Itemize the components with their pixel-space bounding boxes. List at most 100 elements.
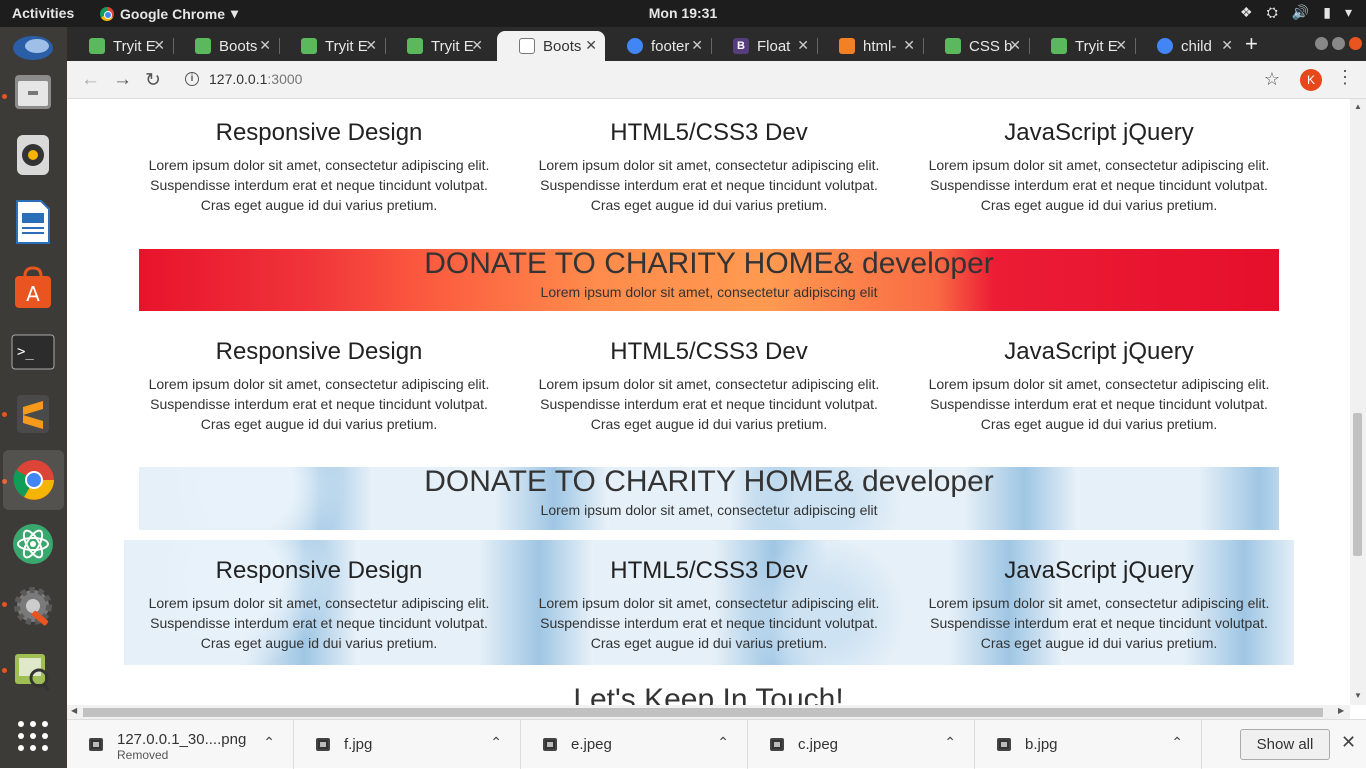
close-tab-icon[interactable]: ✕ xyxy=(471,37,483,54)
tab-child[interactable]: child ✕ xyxy=(1135,31,1241,61)
tab-tryit-1[interactable]: Tryit E ✕ xyxy=(67,31,174,61)
close-tab-icon[interactable]: ✕ xyxy=(259,37,271,54)
scroll-left-icon[interactable]: ◀ xyxy=(71,706,77,715)
close-window-icon[interactable] xyxy=(1349,37,1362,50)
page-icon xyxy=(519,38,535,54)
clock[interactable]: Mon 19:31 xyxy=(649,5,717,21)
sublime-text-icon[interactable] xyxy=(8,389,58,439)
chevron-up-icon[interactable]: ⌃ xyxy=(490,734,502,751)
chevron-up-icon[interactable]: ⌃ xyxy=(263,734,275,751)
service-text: Suspendisse interdum erat et neque tinci… xyxy=(540,396,878,412)
close-tab-icon[interactable]: ✕ xyxy=(1115,37,1127,54)
service-text: Suspendisse interdum erat et neque tinci… xyxy=(150,177,488,193)
svg-text:>_: >_ xyxy=(17,344,34,360)
address-bar[interactable]: i 127.0.0.1:3000 xyxy=(185,71,302,87)
service-text: Cras eget augue id dui varius pretium. xyxy=(590,197,828,213)
service-text: Cras eget augue id dui varius pretium. xyxy=(980,416,1218,432)
close-tab-icon[interactable]: ✕ xyxy=(153,37,165,54)
download-item[interactable]: 127.0.0.1_30....png Removed ⌃ xyxy=(67,720,294,769)
tab-bootstrap-active[interactable]: Boots ✕ xyxy=(497,31,605,61)
settings-icon[interactable] xyxy=(8,581,58,631)
info-icon[interactable]: i xyxy=(185,72,199,86)
tab-tryit-3[interactable]: Tryit E ✕ xyxy=(385,31,491,61)
download-item[interactable]: f.jpg ⌃ xyxy=(294,720,521,769)
tab-css[interactable]: CSS b ✕ xyxy=(923,31,1030,61)
rhythmbox-icon[interactable] xyxy=(8,130,58,180)
software-center-icon[interactable]: A xyxy=(8,263,58,313)
tab-tryit-4[interactable]: Tryit E ✕ xyxy=(1029,31,1136,61)
network-icon[interactable]: ⛭ xyxy=(1267,4,1278,21)
service-text: Lorem ipsum dolor sit amet, consectetur … xyxy=(148,595,490,611)
service-card: Responsive Design Lorem ipsum dolor sit … xyxy=(124,119,514,215)
close-tab-icon[interactable]: ✕ xyxy=(585,37,597,54)
tab-footer[interactable]: footer ✕ xyxy=(605,31,712,61)
keep-in-touch-heading: Let's Keep In Touch! xyxy=(573,683,844,705)
download-item[interactable]: b.jpg ⌃ xyxy=(975,720,1202,769)
battery-icon[interactable]: ▮ xyxy=(1323,4,1331,21)
download-status: Removed xyxy=(117,748,169,762)
chevron-up-icon[interactable]: ⌃ xyxy=(944,734,956,751)
close-tab-icon[interactable]: ✕ xyxy=(1009,37,1021,54)
service-card: JavaScript jQuery Lorem ipsum dolor sit … xyxy=(904,119,1294,215)
service-text: Lorem ipsum dolor sit amet, consectetur … xyxy=(538,595,880,611)
service-title: Responsive Design xyxy=(215,119,423,146)
banner-text: Lorem ipsum dolor sit amet, consectetur … xyxy=(540,284,878,300)
service-card: HTML5/CSS3 Dev Lorem ipsum dolor sit ame… xyxy=(514,557,904,653)
chevron-up-icon[interactable]: ⌃ xyxy=(717,734,729,751)
system-tray[interactable]: ❖ ⛭ 🔊 ▮ ▾ xyxy=(1240,4,1352,21)
service-text: Suspendisse interdum erat et neque tinci… xyxy=(540,177,878,193)
system-top-bar: Activities Google Chrome ▾ Mon 19:31 ❖ ⛭… xyxy=(0,0,1366,27)
service-title: HTML5/CSS3 Dev xyxy=(610,338,808,365)
terminal-icon[interactable]: >_ xyxy=(8,327,58,377)
service-title: HTML5/CSS3 Dev xyxy=(610,119,808,146)
forward-icon[interactable]: → xyxy=(113,69,132,91)
bookmark-star-icon[interactable]: ☆ xyxy=(1264,69,1280,90)
close-tab-icon[interactable]: ✕ xyxy=(691,37,703,54)
new-tab-button[interactable]: + xyxy=(1245,31,1258,57)
back-icon[interactable]: ← xyxy=(81,69,100,91)
reload-icon[interactable]: ↻ xyxy=(145,69,161,92)
atom-icon[interactable] xyxy=(8,519,58,569)
tab-tryit-2[interactable]: Tryit E ✕ xyxy=(279,31,386,61)
maximize-icon[interactable] xyxy=(1332,37,1345,50)
vertical-scroll-thumb[interactable] xyxy=(1353,413,1362,556)
chrome-dock-icon[interactable] xyxy=(3,450,64,510)
service-card: JavaScript jQuery Lorem ipsum dolor sit … xyxy=(904,338,1294,434)
tab-html[interactable]: html- ✕ xyxy=(817,31,924,61)
tab-float[interactable]: B Float ✕ xyxy=(711,31,818,61)
close-tab-icon[interactable]: ✕ xyxy=(1221,37,1233,54)
download-item[interactable]: c.jpeg ⌃ xyxy=(748,720,975,769)
menu-icon[interactable]: ⋮ xyxy=(1336,67,1354,88)
dock: A >_ xyxy=(0,27,67,768)
volume-icon[interactable]: 🔊 xyxy=(1292,4,1309,21)
image-viewer-icon[interactable] xyxy=(8,647,58,697)
horizontal-scrollbar[interactable]: ◀ ▶ xyxy=(67,705,1350,719)
app-menu[interactable]: Google Chrome ▾ xyxy=(100,5,238,22)
scroll-up-icon[interactable]: ▲ xyxy=(1354,102,1362,111)
minimize-icon[interactable] xyxy=(1315,37,1328,50)
vertical-scrollbar[interactable]: ▲ ▼ xyxy=(1350,99,1366,705)
close-tab-icon[interactable]: ✕ xyxy=(903,37,915,54)
close-shelf-icon[interactable]: ✕ xyxy=(1341,732,1356,753)
service-text: Lorem ipsum dolor sit amet, consectetur … xyxy=(148,376,490,392)
power-menu-icon[interactable]: ▾ xyxy=(1345,4,1352,21)
dropbox-icon[interactable]: ❖ xyxy=(1240,4,1253,21)
chevron-up-icon[interactable]: ⌃ xyxy=(1171,734,1183,751)
tab-strip: Tryit E ✕ Boots ✕ Tryit E ✕ Tryit E ✕ Boots ✕… xyxy=(67,27,1366,61)
scroll-down-icon[interactable]: ▼ xyxy=(1354,691,1362,700)
scroll-right-icon[interactable]: ▶ xyxy=(1338,706,1344,715)
horizontal-scroll-thumb[interactable] xyxy=(83,708,1323,717)
download-item[interactable]: e.jpeg ⌃ xyxy=(521,720,748,769)
profile-avatar[interactable]: K xyxy=(1300,69,1322,91)
files-icon[interactable] xyxy=(8,67,58,117)
writer-icon[interactable] xyxy=(8,197,58,247)
show-all-button[interactable]: Show all xyxy=(1240,729,1330,760)
close-tab-icon[interactable]: ✕ xyxy=(797,37,809,54)
activities-button[interactable]: Activities xyxy=(12,5,74,21)
thunderbird-icon[interactable] xyxy=(8,23,58,73)
show-applications-icon[interactable] xyxy=(8,711,58,761)
close-tab-icon[interactable]: ✕ xyxy=(365,37,377,54)
service-text: Cras eget augue id dui varius pretium. xyxy=(590,416,828,432)
w3schools-icon xyxy=(89,38,105,54)
tab-bootstrap-1[interactable]: Boots ✕ xyxy=(173,31,280,61)
